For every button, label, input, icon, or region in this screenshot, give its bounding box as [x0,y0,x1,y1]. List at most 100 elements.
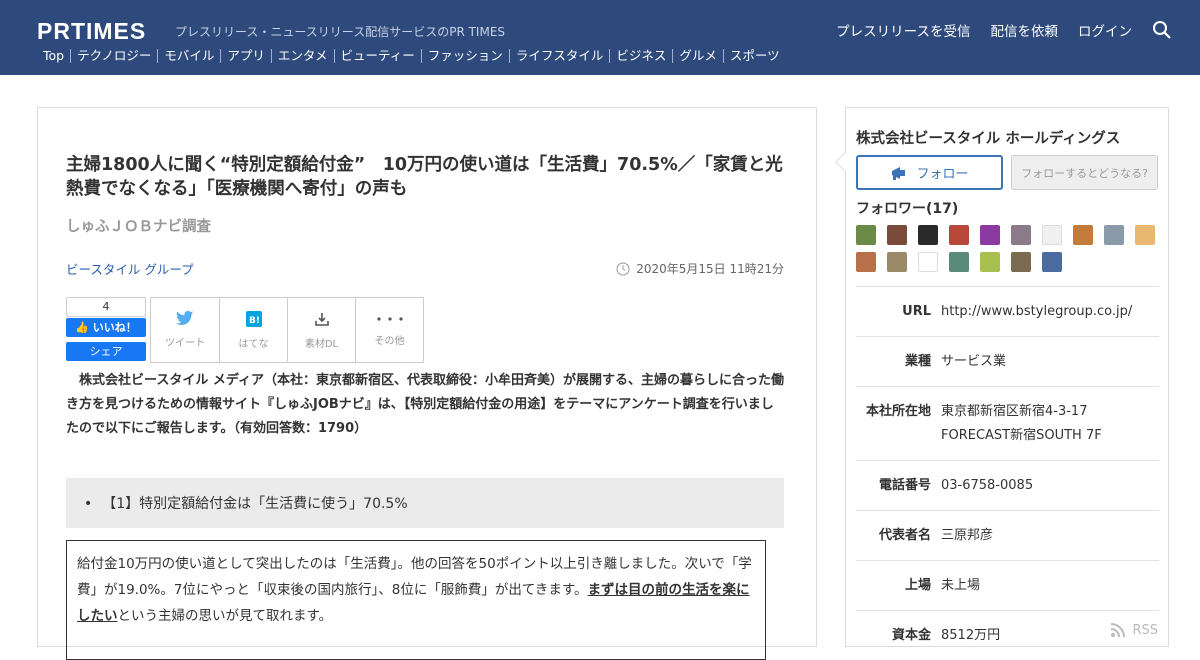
summary-text-2: という主婦の思いが見て取れます。 [117,608,333,624]
site-tagline: プレスリリース・ニュースリリース配信サービスのPR TIMES [175,25,506,39]
info-row-representative: 代表者名 三原邦彦 [856,510,1159,560]
svg-text:B!: B! [249,316,260,326]
info-key: 上場 [904,578,931,593]
like-label: いいね！ [92,321,137,334]
follower-avatar[interactable] [1073,225,1093,245]
site-header: PRTIMES プレスリリース・ニュースリリース配信サービスのPR TIMES … [0,0,1200,75]
follower-avatar[interactable] [980,225,1000,245]
follower-avatar[interactable] [1042,225,1062,245]
follower-avatar[interactable] [918,225,938,245]
follower-avatar[interactable] [1042,252,1062,272]
info-key: 資本金 [891,628,931,643]
facebook-share-button[interactable]: シェア [66,342,146,361]
follower-avatar[interactable] [918,252,938,272]
more-share-button[interactable]: その他 [355,298,423,362]
section-heading-text: 【1】特別定額給付金は「生活費に使う」70.5% [102,496,408,512]
prtimes-logo[interactable]: PRTIMES [37,18,146,45]
category-nav: Top テクノロジー モバイル アプリ エンタメ ビューティー ファッション ラ… [37,49,786,63]
info-key: 本社所在地 [865,404,931,419]
follower-avatar[interactable] [856,225,876,245]
follower-avatar[interactable] [1011,225,1031,245]
info-key: 電話番号 [878,478,931,493]
category-entertainment[interactable]: エンタメ [270,49,334,63]
category-fashion[interactable]: ファッション [420,49,509,63]
hatena-button[interactable]: B! はてな [219,298,287,362]
search-icon[interactable] [1152,20,1172,40]
like-button[interactable]: 👍 いいね！ [66,318,146,337]
more-label: その他 [374,335,405,347]
rss-link[interactable]: RSS [1110,622,1158,638]
article-title: 主婦1800人に聞く“特別定額給付金” 10万円の使い道は「生活費」70.5%／… [66,155,783,199]
download-assets-button[interactable]: 素材DL [287,298,355,362]
category-app[interactable]: アプリ [220,49,271,63]
info-value: 三原邦彦 [941,528,994,543]
date-text: 2020年5月15日 11時21分 [636,262,784,276]
sidebar-company-name[interactable]: 株式会社ビースタイル ホールディングス [856,127,1120,148]
category-technology[interactable]: テクノロジー [70,49,157,63]
download-label: 素材DL [304,338,339,350]
info-row-industry: 業種 サービス業 [856,336,1159,386]
summary-box: 給付金10万円の使い道として突出したのは「生活費」。他の回答を50ポイント以上引… [66,540,766,660]
tweet-label: ツイート [165,338,205,349]
info-value: 東京都新宿区新宿4-3-17 FORECAST新宿SOUTH 7F [941,404,1102,443]
follower-avatar[interactable] [949,225,969,245]
category-top[interactable]: Top [37,49,70,63]
follower-avatar[interactable] [887,252,907,272]
publish-date: 2020年5月15日 11時21分 [616,260,784,277]
megaphone-icon [892,166,906,180]
follow-label: フォロー [916,167,969,182]
hatena-icon: B! [245,310,262,327]
category-lifestyle[interactable]: ライフスタイル [508,49,610,63]
download-icon [314,312,329,326]
company-link[interactable]: ビースタイル グループ [66,259,194,278]
follower-avatar[interactable] [1104,225,1124,245]
info-key: URL [902,304,931,319]
tweet-button[interactable]: ツイート [151,298,219,362]
sidebar-pointer [835,152,855,172]
category-business[interactable]: ビジネス [609,49,672,63]
company-sidebar: 株式会社ビースタイル ホールディングス フォロー フォローするとどうなる? フォ… [835,107,1169,647]
bullet-dot: • [84,496,93,512]
company-info-table: URL http://www.bstylegroup.co.jp/ 業種 サービ… [856,286,1159,660]
clock-icon [616,262,630,275]
nav-receive-releases[interactable]: プレスリリースを受信 [836,20,970,40]
follower-avatars [856,225,1166,279]
follow-button[interactable]: フォロー [856,155,1003,190]
nav-login[interactable]: ログイン [1078,20,1132,40]
followers-title[interactable]: フォロワー(17) [856,198,958,218]
like-count: 4 [66,297,146,317]
info-row-address: 本社所在地 東京都新宿区新宿4-3-17 FORECAST新宿SOUTH 7F [856,386,1159,460]
thumbs-up-icon: 👍 [75,321,89,334]
follower-avatar[interactable] [949,252,969,272]
follower-avatar[interactable] [887,225,907,245]
info-key: 業種 [904,354,931,369]
follow-info-button[interactable]: フォローするとどうなる? [1011,155,1158,190]
header-nav: プレスリリースを受信 配信を依頼 ログイン [836,20,1200,40]
share-buttons: ツイート B! はてな 素材DL その他 [150,297,424,363]
info-value: サービス業 [941,354,1007,369]
section-heading-box: • 【1】特別定額給付金は「生活費に使う」70.5% [66,478,784,528]
category-sports[interactable]: スポーツ [722,49,786,63]
nav-request-distribution[interactable]: 配信を依頼 [991,20,1059,40]
info-value: 03-6758-0085 [941,478,1034,493]
facebook-like-box: 4 👍 いいね！ シェア [66,297,146,361]
company-url-link[interactable]: http://www.bstylegroup.co.jp/ [941,300,1159,324]
follower-avatar[interactable] [980,252,1000,272]
info-row-phone: 電話番号 03-6758-0085 [856,460,1159,510]
rss-label: RSS [1132,622,1158,638]
category-gourmet[interactable]: グルメ [672,49,723,63]
info-value: 未上場 [941,578,981,593]
follower-avatar[interactable] [856,252,876,272]
category-mobile[interactable]: モバイル [157,49,220,63]
info-row-listing: 上場 未上場 [856,560,1159,610]
article-subtitle: しゅふＪＯＢナビ調査 [66,219,211,235]
follower-avatar[interactable] [1135,225,1155,245]
article-lead: 株式会社ビースタイル メディア（本社：東京都新宿区、代表取締役：小牟田斉美）が展… [66,373,784,436]
twitter-icon [176,311,194,325]
article-main: 主婦1800人に聞く“特別定額給付金” 10万円の使い道は「生活費」70.5%／… [37,107,817,660]
more-icon [376,316,403,321]
follower-avatar[interactable] [1011,252,1031,272]
rss-icon [1111,623,1126,638]
info-key: 代表者名 [878,528,931,543]
category-beauty[interactable]: ビューティー [333,49,421,63]
